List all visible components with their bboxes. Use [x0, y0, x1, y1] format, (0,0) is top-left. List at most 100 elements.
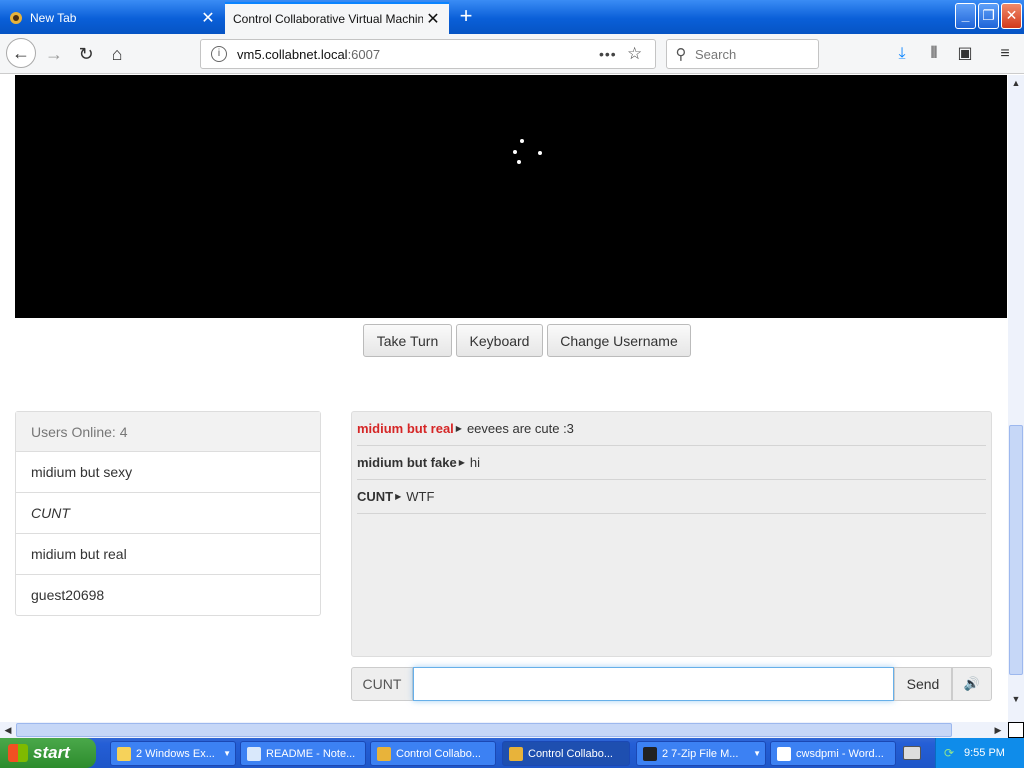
tab-title: Control Collaborative Virtual Machines!: [233, 12, 423, 26]
vertical-scrollbar[interactable]: ▲ ▼: [1008, 75, 1024, 722]
tab-title: New Tab: [30, 11, 77, 25]
user-list-item: midium but sexy: [16, 452, 320, 493]
vertical-scroll-thumb[interactable]: [1009, 425, 1023, 675]
url-bar[interactable]: i vm5.collabnet.local:6007 ••• ☆: [200, 39, 656, 69]
scroll-up-arrow-icon[interactable]: ▲: [1008, 75, 1024, 91]
bookmark-star-icon[interactable]: ☆: [627, 44, 655, 64]
forward-arrow-icon[interactable]: →: [40, 40, 68, 68]
browser-tab-bar: New Tab ✕ Control Collaborative Virtual …: [0, 0, 1024, 34]
back-arrow-icon[interactable]: ←: [6, 38, 36, 68]
windows-taskbar: start 2 Windows Ex... ▼ README - Note...…: [0, 738, 1024, 768]
user-list-item: midium but real: [16, 534, 320, 575]
browser-icon: [377, 746, 391, 761]
caret-right-icon: ▶: [395, 492, 402, 501]
7zip-icon: [643, 746, 657, 761]
scroll-left-arrow-icon[interactable]: ◀: [0, 722, 16, 738]
chevron-down-icon: ▼: [223, 749, 231, 758]
chat-message: CUNT ▶ WTF: [357, 480, 986, 514]
spinner-dot: [520, 139, 524, 143]
volume-icon[interactable]: 🔊: [952, 667, 992, 701]
search-input[interactable]: ⚲ Search: [666, 39, 819, 69]
users-online-panel: Users Online: 4 midium but sexy CUNT mid…: [15, 411, 321, 616]
spinner-dot: [517, 160, 521, 164]
change-username-button[interactable]: Change Username: [547, 324, 691, 357]
taskbar-item-browser[interactable]: Control Collabo...: [370, 741, 496, 766]
caret-right-icon: ▶: [458, 458, 465, 467]
chat-username: midium but fake: [357, 455, 457, 470]
current-username-label: CUNT: [351, 667, 413, 701]
reload-icon[interactable]: ↻: [72, 40, 100, 68]
scroll-down-arrow-icon[interactable]: ▼: [1008, 691, 1024, 707]
browser-icon: [509, 746, 523, 761]
page-actions-icon[interactable]: •••: [599, 46, 627, 62]
chat-input-group: CUNT Send 🔊: [351, 667, 992, 701]
tab-new-tab[interactable]: New Tab ✕: [0, 2, 224, 34]
windows-logo-icon: [8, 744, 28, 762]
new-tab-plus-icon[interactable]: +: [453, 4, 479, 30]
tab-active[interactable]: Control Collaborative Virtual Machines! …: [225, 2, 449, 34]
url-text[interactable]: vm5.collabnet.local:6007: [237, 47, 599, 62]
taskbar-item-label: cwsdpmi - Word...: [796, 747, 884, 760]
url-host: vm5.collabnet.local: [237, 46, 348, 62]
close-window-button[interactable]: ✕: [1001, 3, 1022, 29]
chat-log[interactable]: midium but real ▶ eevees are cute :3 mid…: [351, 411, 992, 657]
keyboard-tray-icon[interactable]: [903, 746, 921, 760]
chat-text: WTF: [406, 489, 435, 504]
library-icon[interactable]: ⫴: [922, 42, 946, 66]
taskbar-item-label: README - Note...: [266, 747, 356, 760]
chat-username: CUNT: [357, 489, 394, 504]
close-tab-icon[interactable]: ✕: [423, 9, 443, 29]
search-placeholder: Search: [695, 46, 737, 62]
notepad-icon: [247, 746, 261, 761]
users-online-header: Users Online: 4: [16, 412, 320, 452]
url-port: :6007: [347, 46, 381, 62]
maximize-window-button[interactable]: ❐: [978, 3, 999, 29]
network-tray-icon[interactable]: ⟳: [944, 746, 958, 760]
search-icon: ⚲: [675, 46, 687, 63]
chat-text: eevees are cute :3: [466, 421, 574, 436]
spinner-dot: [513, 150, 517, 154]
scroll-right-arrow-icon[interactable]: ▶: [990, 722, 1006, 738]
taskbar-item-windows-explorer[interactable]: 2 Windows Ex... ▼: [110, 741, 236, 766]
scrollbar-corner: [1008, 722, 1024, 738]
taskbar-item-7zip[interactable]: 2 7-Zip File M... ▼: [636, 741, 766, 766]
taskbar-item-browser-active[interactable]: Control Collabo...: [502, 741, 630, 766]
start-label: start: [33, 743, 70, 762]
minimize-window-button[interactable]: _: [955, 3, 976, 29]
hamburger-menu-icon[interactable]: ≡: [993, 42, 1017, 66]
chat-username: midium but real: [357, 421, 454, 436]
taskbar-item-notepad[interactable]: README - Note...: [240, 741, 366, 766]
system-tray: ⟳ 9:55 PM: [935, 738, 1024, 768]
chat-message-input[interactable]: [413, 667, 894, 701]
spinner-dot: [538, 151, 542, 155]
keyboard-button[interactable]: Keyboard: [456, 324, 543, 357]
chat-message: midium but fake ▶ hi: [357, 446, 986, 480]
folder-icon: [117, 746, 131, 761]
navigation-toolbar: ← → ↻ ⌂ i vm5.collabnet.local:6007 ••• ☆…: [0, 34, 1024, 74]
page-content: Take Turn Keyboard Change Username Users…: [0, 75, 1008, 722]
taskbar-item-wordpad[interactable]: cwsdpmi - Word...: [770, 741, 896, 766]
sidebar-icon[interactable]: ▣: [953, 42, 977, 66]
user-list-item-self: CUNT: [16, 493, 320, 534]
chevron-down-icon: ▼: [753, 749, 761, 758]
take-turn-button[interactable]: Take Turn: [363, 324, 452, 357]
site-info-icon[interactable]: i: [211, 46, 227, 62]
home-icon[interactable]: ⌂: [103, 40, 131, 68]
taskbar-item-label: 2 7-Zip File M...: [662, 747, 739, 760]
chat-text: hi: [469, 455, 480, 470]
download-icon[interactable]: ⤓: [890, 42, 914, 66]
chat-message: midium but real ▶ eevees are cute :3: [357, 412, 986, 446]
horizontal-scrollbar[interactable]: ◀ ▶: [0, 722, 1008, 738]
send-button[interactable]: Send: [894, 667, 952, 701]
horizontal-scroll-thumb[interactable]: [16, 723, 952, 737]
vm-controls: Take Turn Keyboard Change Username: [0, 324, 1008, 358]
user-list-item: guest20698: [31, 587, 105, 603]
close-tab-icon[interactable]: ✕: [198, 8, 218, 28]
clock[interactable]: 9:55 PM: [964, 747, 1005, 759]
taskbar-item-label: 2 Windows Ex...: [136, 747, 215, 760]
start-button[interactable]: start: [0, 738, 96, 768]
taskbar-item-label: Control Collabo...: [528, 747, 613, 760]
caret-right-icon: ▶: [455, 424, 462, 433]
taskbar-item-label: Control Collabo...: [396, 747, 481, 760]
vm-display[interactable]: [15, 75, 1007, 318]
